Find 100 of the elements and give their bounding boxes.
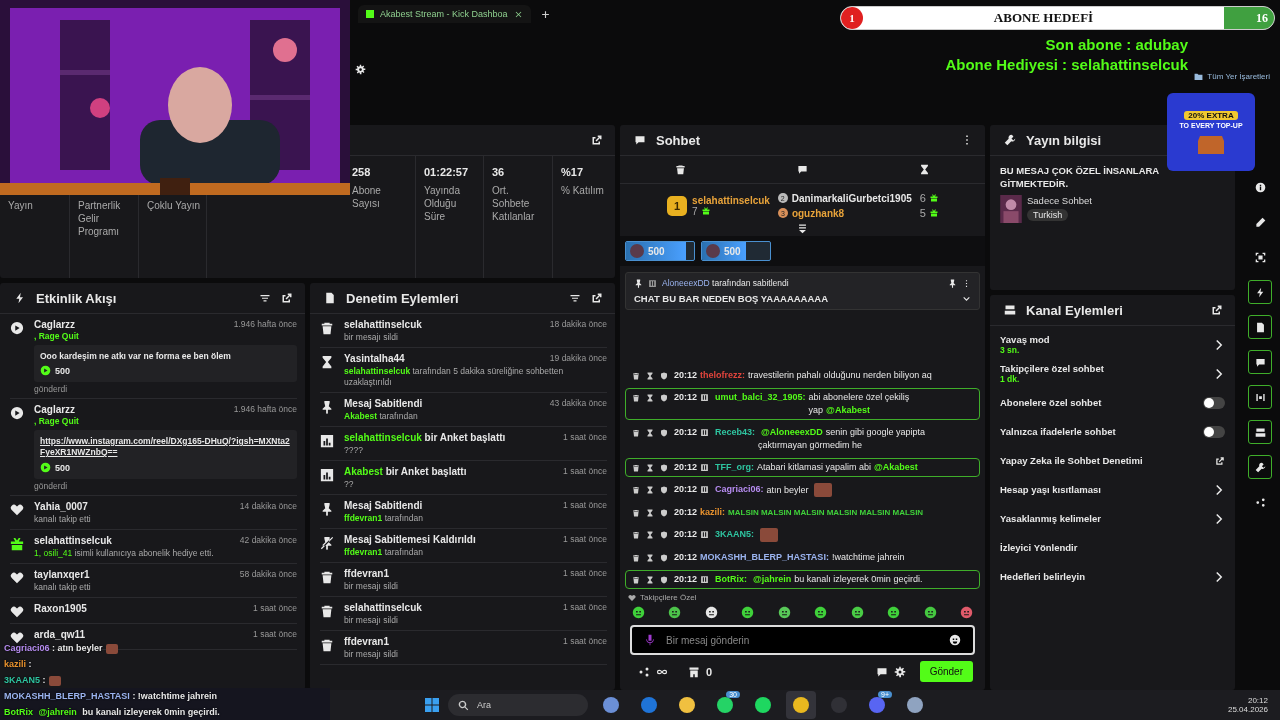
trash-icon[interactable] bbox=[632, 575, 640, 584]
emote-icon[interactable] bbox=[632, 606, 645, 619]
filter-icon[interactable] bbox=[259, 292, 271, 304]
chat-username[interactable]: TFF_org: bbox=[715, 461, 755, 474]
shield-icon[interactable] bbox=[660, 393, 668, 402]
chat-username[interactable]: 3KAAN5: bbox=[715, 528, 755, 541]
mention-link[interactable]: @AloneeexDD bbox=[761, 427, 823, 437]
new-tab-icon[interactable] bbox=[540, 9, 550, 19]
browser-tab[interactable]: Akabest Stream - Kick Dashboa bbox=[358, 5, 531, 23]
chat-username[interactable]: umut_balci_32_1905: bbox=[715, 391, 806, 404]
shield-icon[interactable] bbox=[660, 463, 668, 472]
hourglass-icon[interactable] bbox=[646, 530, 654, 539]
mention-link[interactable]: @jahrein bbox=[753, 574, 792, 584]
setting-label[interactable]: Yasaklanmış kelimeler bbox=[1000, 513, 1101, 524]
sidebar-button[interactable] bbox=[1248, 315, 1272, 339]
setting-label[interactable]: Yapay Zeka ile Sohbet Denetimi bbox=[1000, 455, 1143, 466]
message-field[interactable]: Bir mesaj gönderin bbox=[630, 625, 975, 655]
username[interactable]: arda_qw11 bbox=[34, 629, 86, 640]
message-link[interactable]: https://www.instagram.com/reel/DXg165-DHuQ/?igsh=MXNta2FyeXR1NWZnbQ== bbox=[40, 436, 291, 458]
expand-icon[interactable] bbox=[797, 223, 808, 234]
emote-icon[interactable] bbox=[704, 606, 718, 619]
chevron-down-icon[interactable] bbox=[962, 294, 971, 303]
username[interactable]: Caglarzz bbox=[34, 404, 76, 415]
popout-icon[interactable] bbox=[591, 134, 603, 146]
hourglass-icon[interactable] bbox=[646, 485, 654, 494]
emote-icon[interactable] bbox=[850, 606, 864, 619]
language-tag[interactable]: Turkish bbox=[1027, 209, 1069, 221]
dots-icon[interactable] bbox=[638, 665, 650, 678]
hourglass-icon[interactable] bbox=[646, 508, 654, 517]
emote-icon[interactable] bbox=[887, 606, 901, 619]
emote-icon[interactable] bbox=[923, 606, 937, 619]
hourglass-icon[interactable] bbox=[646, 371, 654, 380]
username[interactable]: Raxon1905 bbox=[34, 603, 87, 614]
start-icon[interactable] bbox=[424, 697, 440, 713]
toggle-switch[interactable] bbox=[1203, 425, 1225, 438]
hourglass-icon[interactable] bbox=[646, 393, 654, 402]
username[interactable]: Caglarzz bbox=[34, 319, 76, 330]
sidebar-button[interactable] bbox=[1248, 280, 1272, 304]
bookmarks-link[interactable]: Tüm Yer İşaretleri bbox=[1194, 72, 1270, 81]
setting-label[interactable]: İzleyici Yönlendir bbox=[1000, 542, 1078, 553]
popout-icon[interactable] bbox=[281, 292, 293, 304]
shield-icon[interactable] bbox=[660, 553, 668, 562]
emote-icon[interactable] bbox=[814, 606, 828, 619]
trash-icon[interactable] bbox=[675, 164, 687, 175]
shield-icon[interactable] bbox=[660, 575, 668, 584]
category-link[interactable]: Sadece Sohbet bbox=[1027, 195, 1092, 206]
sidebar-button[interactable] bbox=[1248, 385, 1272, 409]
taskbar-app[interactable] bbox=[786, 691, 816, 719]
emote-icon[interactable] bbox=[668, 606, 682, 619]
hourglass-icon[interactable] bbox=[646, 463, 654, 472]
shield-icon[interactable] bbox=[660, 530, 668, 539]
external-link-icon[interactable] bbox=[1215, 455, 1225, 466]
emote-icon[interactable] bbox=[741, 606, 755, 619]
extension-icon[interactable] bbox=[355, 64, 366, 75]
setting-label[interactable]: Hesap yaşı kısıtlaması bbox=[1000, 484, 1101, 495]
sidebar-button[interactable] bbox=[1248, 350, 1272, 374]
popout-icon[interactable] bbox=[1211, 304, 1223, 316]
setting-label[interactable]: Hedefleri belirleyin bbox=[1000, 571, 1085, 582]
mention-link[interactable]: @Akabest bbox=[874, 462, 918, 472]
filter-icon[interactable] bbox=[569, 292, 581, 304]
trash-icon[interactable] bbox=[632, 553, 640, 562]
trash-icon[interactable] bbox=[632, 485, 640, 494]
chat-username[interactable]: thelofrezz: bbox=[700, 369, 746, 382]
emote-icon[interactable] bbox=[777, 606, 791, 619]
chat-username[interactable]: kazili: bbox=[700, 506, 726, 519]
sidebar-button[interactable] bbox=[1248, 420, 1272, 444]
hourglass-icon[interactable] bbox=[646, 553, 654, 562]
chat-icon[interactable] bbox=[797, 164, 808, 175]
chat-username[interactable]: BotRix: bbox=[715, 573, 748, 586]
emoji-icon[interactable] bbox=[949, 634, 961, 646]
hourglass-icon[interactable] bbox=[646, 575, 654, 584]
pin-icon[interactable] bbox=[948, 278, 957, 288]
shield-icon[interactable] bbox=[660, 485, 668, 494]
username[interactable]: taylanxqer1 bbox=[34, 569, 90, 580]
settings-icon[interactable] bbox=[893, 665, 906, 678]
chat-username[interactable]: Receb43: bbox=[715, 426, 756, 439]
trash-icon[interactable] bbox=[632, 508, 640, 517]
send-button[interactable]: Gönder bbox=[919, 661, 973, 682]
trash-icon[interactable] bbox=[632, 393, 640, 402]
trash-icon[interactable] bbox=[632, 530, 640, 539]
trash-icon[interactable] bbox=[632, 428, 640, 437]
chat-username[interactable]: MOKASHH_BLERP_HASTASI: bbox=[700, 551, 829, 564]
hourglass-icon[interactable] bbox=[918, 164, 930, 175]
shield-icon[interactable] bbox=[660, 508, 668, 517]
setting-label[interactable]: Takipçilere özel sohbet bbox=[1000, 363, 1104, 374]
store-icon[interactable] bbox=[688, 665, 700, 678]
chat-icon[interactable] bbox=[875, 665, 888, 678]
chat-username[interactable]: Cagriaci06: bbox=[715, 483, 764, 496]
sidebar-button[interactable] bbox=[1248, 455, 1272, 479]
username[interactable]: Yahia_0007 bbox=[34, 501, 88, 512]
username[interactable]: selahattinselcuk bbox=[34, 535, 112, 546]
trash-icon[interactable] bbox=[632, 463, 640, 472]
setting-label[interactable]: Abonelere özel sohbet bbox=[1000, 397, 1102, 408]
mention-link[interactable]: @Akabest bbox=[826, 405, 870, 415]
shield-icon[interactable] bbox=[660, 371, 668, 380]
hourglass-icon[interactable] bbox=[646, 428, 654, 437]
microphone-icon[interactable] bbox=[644, 634, 656, 646]
setting-label[interactable]: Yavaş mod bbox=[1000, 334, 1050, 345]
popout-icon[interactable] bbox=[591, 292, 603, 304]
setting-label[interactable]: Yalnızca ifadelerle sohbet bbox=[1000, 426, 1116, 437]
